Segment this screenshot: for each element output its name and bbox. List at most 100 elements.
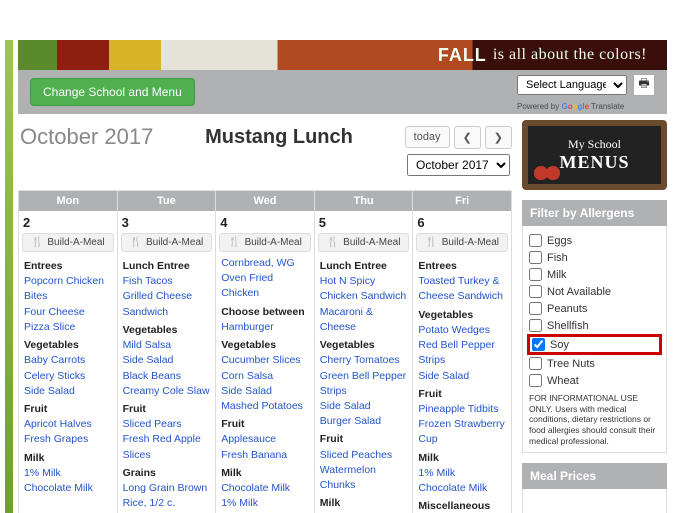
- menu-item-link[interactable]: Creamy Cole Slaw: [123, 384, 211, 399]
- chevron-right-icon: ❯: [494, 132, 503, 144]
- menu-item-link[interactable]: Chocolate Milk: [418, 481, 506, 496]
- menu-item-link[interactable]: Fish Tacos: [123, 274, 211, 289]
- allergen-label: Eggs: [547, 235, 572, 247]
- category-label: Vegetables: [24, 338, 112, 353]
- allergen-checkbox-row[interactable]: Peanuts: [529, 300, 660, 317]
- category-label: Entrees: [418, 259, 506, 274]
- allergen-checkbox[interactable]: [529, 268, 542, 281]
- menu-item-link[interactable]: Cucumber Slices: [221, 353, 309, 368]
- menu-item-link[interactable]: Celery Sticks: [24, 369, 112, 384]
- allergen-checkbox[interactable]: [529, 302, 542, 315]
- month-label: October 2017: [20, 124, 153, 150]
- menu-item-link[interactable]: Mashed Potatoes: [221, 399, 309, 414]
- allergen-checkbox-row[interactable]: Shellfish: [529, 317, 660, 334]
- allergen-label: Not Available: [547, 286, 611, 298]
- menu-item-link[interactable]: Baby Carrots: [24, 353, 112, 368]
- today-button[interactable]: today: [405, 126, 450, 148]
- menu-item-link[interactable]: Side Salad: [221, 384, 309, 399]
- allergen-label: Milk: [547, 269, 567, 281]
- allergen-checkbox-row[interactable]: Fish: [529, 249, 660, 266]
- menu-item-link[interactable]: Apricot Halves: [24, 417, 112, 432]
- menu-item-link[interactable]: Four Cheese Pizza Slice: [24, 305, 112, 335]
- menu-item-link[interactable]: Pineapple Tidbits: [418, 402, 506, 417]
- menu-item-link[interactable]: 1% Milk: [418, 466, 506, 481]
- language-select[interactable]: Select Language: [517, 75, 627, 95]
- print-button[interactable]: 🖶: [633, 74, 655, 96]
- menu-item-link[interactable]: Side Salad: [24, 384, 112, 399]
- menu-item-link[interactable]: Fresh Grapes: [24, 432, 112, 447]
- chevron-left-icon: ❮: [463, 132, 472, 144]
- allergen-checkbox-row[interactable]: Soy: [527, 334, 662, 355]
- allergen-checkbox[interactable]: [529, 234, 542, 247]
- disclaimer-text: FOR INFORMATIONAL USE ONLY. Users with m…: [529, 393, 660, 446]
- day-number: 4: [216, 211, 314, 233]
- allergen-checkbox-row[interactable]: Eggs: [529, 232, 660, 249]
- next-button[interactable]: ❯: [485, 126, 512, 149]
- month-select[interactable]: October 2017: [407, 154, 510, 176]
- menu-item-link[interactable]: Sliced Pears: [123, 417, 211, 432]
- menu-item-link[interactable]: Fresh Banana: [221, 448, 309, 463]
- menu-item-link[interactable]: Chocolate Milk: [24, 481, 112, 496]
- menu-item-link[interactable]: Grilled Cheese Sandwich: [123, 289, 211, 319]
- build-a-meal-label: Build-A-Meal: [146, 237, 203, 248]
- utensils-icon: 🍴: [228, 237, 240, 248]
- allergen-checkbox-row[interactable]: Wheat: [529, 372, 660, 389]
- build-a-meal-button[interactable]: 🍴Build-A-Meal: [22, 233, 114, 252]
- allergen-checkbox[interactable]: [529, 319, 542, 332]
- build-a-meal-button[interactable]: 🍴 Build-A-Meal: [121, 233, 213, 252]
- menu-item-link[interactable]: Mild Salsa: [123, 338, 211, 353]
- menu-item-link[interactable]: Watermelon Chunks: [320, 463, 408, 493]
- allergen-checkbox-row[interactable]: Tree Nuts: [529, 355, 660, 372]
- utensils-icon: 🍴: [130, 237, 142, 248]
- build-a-meal-button[interactable]: 🍴Build-A-Meal: [416, 233, 508, 252]
- allergen-checkbox[interactable]: [529, 251, 542, 264]
- allergen-checkbox[interactable]: [529, 374, 542, 387]
- category-label: Vegetables: [320, 338, 408, 353]
- build-a-meal-button[interactable]: 🍴Build-A-Meal: [219, 233, 311, 252]
- menu-item-link[interactable]: Popcorn Chicken Bites: [24, 274, 112, 304]
- menu-item-link[interactable]: Macaroni & Cheese: [320, 305, 408, 335]
- day-header: Wed: [216, 191, 314, 211]
- allergen-checkbox[interactable]: [529, 357, 542, 370]
- menu-item-link[interactable]: Cherry Tomatoes: [320, 353, 408, 368]
- day-number: 6: [413, 211, 511, 233]
- category-label: Choose between: [221, 305, 309, 320]
- day-header: Thu: [315, 191, 413, 211]
- menu-item-link[interactable]: Side Salad: [123, 353, 211, 368]
- menu-item-link[interactable]: Oven Fried Chicken: [221, 271, 309, 301]
- menu-item-link[interactable]: Side Salad: [320, 399, 408, 414]
- build-a-meal-label: Build-A-Meal: [47, 237, 104, 248]
- menu-item-link[interactable]: Potato Wedges: [418, 323, 506, 338]
- allergen-checkbox[interactable]: [529, 285, 542, 298]
- allergen-checkbox-row[interactable]: Milk: [529, 266, 660, 283]
- menu-item-link[interactable]: Toasted Turkey & Cheese Sandwich: [418, 274, 506, 304]
- menu-items: EntreesToasted Turkey & Cheese SandwichV…: [413, 256, 511, 513]
- change-school-menu-button[interactable]: Change School and Menu: [30, 78, 195, 106]
- menu-item-link[interactable]: Cornbread, WG: [221, 256, 309, 271]
- menu-item-link[interactable]: Burger Salad: [320, 414, 408, 429]
- menu-item-link[interactable]: Fresh Red Apple Slices: [123, 432, 211, 462]
- menu-item-link[interactable]: Red Bell Pepper Strips: [418, 338, 506, 368]
- menu-item-link[interactable]: Hamburger: [221, 320, 309, 335]
- category-label: Lunch Entree: [123, 259, 211, 274]
- menu-item-link[interactable]: Long Grain Brown Rice, 1/2 c.: [123, 481, 211, 511]
- menu-item-link[interactable]: Corn Salsa: [221, 369, 309, 384]
- menu-item-link[interactable]: Chocolate Milk: [221, 481, 309, 496]
- menu-item-link[interactable]: 1% Milk: [24, 466, 112, 481]
- menu-item-link[interactable]: Hot N Spicy Chicken Sandwich: [320, 274, 408, 304]
- day-number: 3: [118, 211, 216, 233]
- allergen-checkbox[interactable]: [532, 338, 545, 351]
- my-school-menus-logo: My School MENUS: [522, 120, 667, 190]
- menu-item-link[interactable]: Sliced Peaches: [320, 448, 408, 463]
- menu-item-link[interactable]: Frozen Strawberry Cup: [418, 417, 506, 447]
- menu-item-link[interactable]: Applesauce: [221, 432, 309, 447]
- allergen-checkbox-row[interactable]: Not Available: [529, 283, 660, 300]
- build-a-meal-button[interactable]: 🍴Build-A-Meal: [318, 233, 410, 252]
- menu-item-link[interactable]: Black Beans: [123, 369, 211, 384]
- prev-button[interactable]: ❮: [454, 126, 481, 149]
- menu-item-link[interactable]: Side Salad: [418, 369, 506, 384]
- category-label: Lunch Entree: [320, 259, 408, 274]
- allergen-filter-list: Eggs Fish Milk Not Available PeanutsShellfis…: [522, 226, 667, 453]
- menu-item-link[interactable]: 1% Milk: [221, 496, 309, 511]
- menu-item-link[interactable]: Green Bell Pepper Strips: [320, 369, 408, 399]
